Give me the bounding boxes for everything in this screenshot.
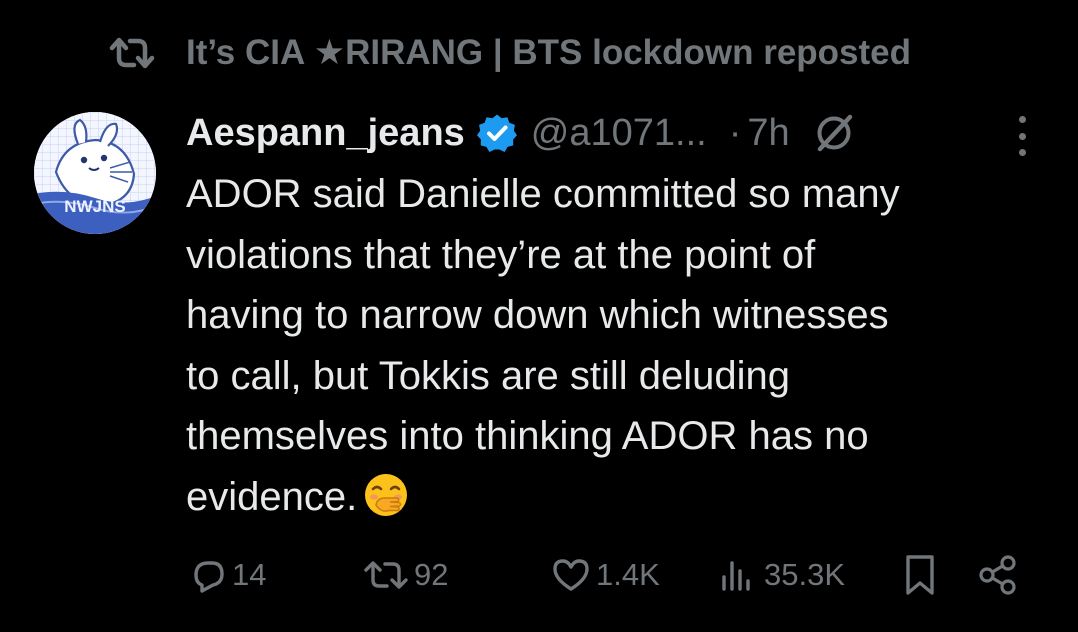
repost-icon: [364, 561, 408, 589]
post-timestamp[interactable]: 7h: [747, 112, 789, 155]
action-bar: 14 92 1.4K 35.3K: [188, 552, 1038, 598]
views-button[interactable]: 35.3K: [718, 552, 845, 598]
separator-dot: ·: [728, 111, 742, 154]
post-text-line: evidence.: [186, 474, 358, 519]
post-text: ADOR said Danielle committed so many vio…: [186, 164, 1026, 527]
heart-icon: [553, 559, 589, 591]
analytics-bars-icon: [722, 561, 750, 591]
share-button[interactable]: [976, 552, 1020, 598]
post[interactable]: It’s CIA ★RIRANG | BTS lockdown reposted: [0, 0, 1078, 632]
reply-count: 14: [232, 557, 267, 592]
reply-button[interactable]: 14: [188, 552, 266, 598]
share-icon: [979, 555, 1016, 595]
avatar[interactable]: NWJNS: [34, 112, 156, 234]
like-button[interactable]: 1.4K: [550, 552, 660, 598]
repost-count: 92: [414, 557, 449, 592]
post-text-line: violations that they’re at the point of: [186, 232, 816, 277]
avatar-label: NWJNS: [64, 197, 125, 216]
avatar-image: NWJNS: [34, 112, 156, 234]
display-name[interactable]: Aespann_jeans: [186, 112, 465, 155]
post-header: Aespann_jeans @a1071... · 7h: [186, 106, 1038, 160]
repost-button[interactable]: 92: [362, 552, 448, 598]
more-options-icon[interactable]: [1012, 116, 1032, 156]
like-count: 1.4K: [596, 557, 660, 592]
repost-banner-text: It’s CIA ★RIRANG | BTS lockdown reposted: [186, 33, 912, 72]
author-handle[interactable]: @a1071...: [531, 112, 707, 155]
post-text-line: to call, but Tokkis are still deluding: [186, 353, 791, 398]
bookmark-button[interactable]: [902, 552, 938, 598]
post-text-line: themselves into thinking ADOR has no: [186, 414, 869, 458]
reply-icon: [194, 561, 224, 593]
view-count: 35.3K: [764, 557, 846, 592]
bookmark-icon: [906, 555, 934, 595]
verified-badge-icon[interactable]: [476, 113, 517, 153]
repost-icon: [108, 33, 156, 73]
post-text-line: ADOR said Danielle committed so many: [186, 172, 900, 216]
face-with-hand-over-mouth-icon: [365, 473, 408, 516]
post-text-last-line: evidence.: [186, 467, 1026, 528]
post-text-line: having to narrow down which witnesses: [186, 293, 889, 337]
repost-banner[interactable]: It’s CIA ★RIRANG | BTS lockdown reposted: [108, 30, 911, 76]
grok-icon[interactable]: [812, 111, 856, 155]
